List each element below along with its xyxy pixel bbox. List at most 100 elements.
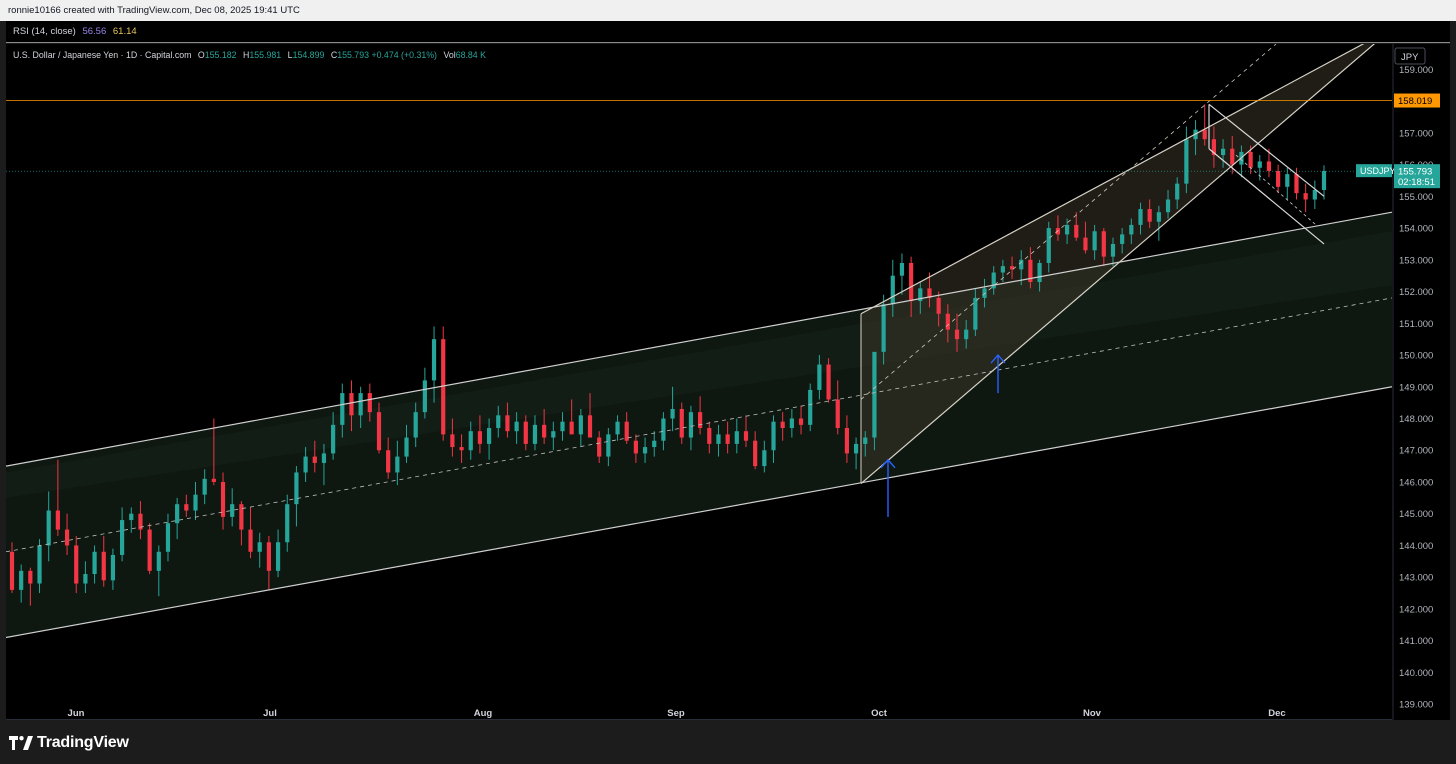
last-price-tag: USDJPY 155.79302:18:51 (1356, 164, 1440, 189)
y-tick-label: 141.000 (1399, 636, 1433, 647)
candle-body (597, 437, 602, 457)
resistance-tag-text: 158.019 (1398, 96, 1432, 107)
symbol-legend[interactable]: U.S. Dollar / Japanese Yen · 1D · Capita… (13, 50, 486, 60)
candle-body (642, 447, 648, 454)
candle-body (486, 428, 492, 444)
candle-body (294, 472, 299, 505)
candle-body (798, 418, 804, 425)
flag-mid-line (1235, 154, 1317, 226)
candle-body (1294, 174, 1299, 194)
y-tick-label: 147.000 (1399, 446, 1433, 457)
candle-body (954, 329, 960, 340)
candle-body (1147, 209, 1152, 222)
price-chart[interactable]: 159.000158.000157.000156.000155.000154.0… (5, 41, 1450, 720)
candle-body (743, 431, 749, 441)
candle-body (202, 478, 207, 495)
x-tick-label: Oct (871, 708, 888, 719)
candle-body (826, 364, 831, 400)
candle-body (881, 304, 886, 352)
candle-body (165, 523, 171, 552)
x-tick-label: Jun (68, 708, 85, 719)
symbol-name[interactable]: U.S. Dollar / Japanese Yen · 1D · Capita… (13, 50, 191, 60)
candle-body (587, 415, 593, 438)
candle-body (551, 431, 556, 438)
candle (1312, 180, 1317, 210)
candle-body (1312, 189, 1317, 200)
y-tick-label: 149.000 (1399, 382, 1433, 393)
candle-body (19, 570, 24, 590)
candle-body (1175, 183, 1180, 200)
y-tick-label: 139.000 (1399, 700, 1433, 711)
ticker-tag-text: USDJPY (1360, 166, 1396, 176)
volume-value: 68.84 K (455, 50, 487, 60)
candle-body (55, 510, 60, 530)
candle-body (1202, 129, 1207, 140)
candle-body (698, 412, 703, 429)
candle-body (349, 393, 354, 416)
candle-body (193, 494, 198, 511)
y-tick-label: 144.000 (1399, 541, 1433, 552)
candle-body (1120, 234, 1125, 244)
candle-body (606, 434, 611, 457)
candle-body (211, 478, 216, 482)
candle-body (220, 481, 226, 517)
candle-body (431, 339, 437, 381)
candle-body (239, 504, 244, 530)
candle-body (386, 450, 391, 473)
currency-label: JPY (1394, 47, 1426, 65)
candle-body (1074, 224, 1079, 238)
volume-label: Vol (443, 50, 456, 60)
y-tick-label: 148.000 (1399, 414, 1433, 425)
candle-body (1184, 139, 1189, 184)
candle-body (890, 275, 895, 305)
chart-area[interactable]: 159.000158.000157.000156.000155.000154.0… (5, 41, 1450, 720)
candle-body (780, 421, 785, 429)
candle-body (110, 554, 116, 581)
candle-body (404, 437, 409, 457)
candle (872, 351, 877, 451)
candle-body (725, 434, 730, 444)
candle-body (734, 431, 739, 444)
candle-body (303, 456, 308, 473)
candle-body (358, 393, 363, 416)
candle-body (1000, 266, 1005, 273)
candle (899, 253, 905, 295)
candle-body (1165, 199, 1171, 213)
candle-body (936, 297, 941, 314)
x-tick-label: Dec (1268, 708, 1285, 719)
candle (1285, 167, 1290, 200)
tradingview-logo[interactable]: TradingView (9, 734, 129, 752)
candle-body (496, 415, 501, 429)
candle (1276, 164, 1281, 194)
y-tick-label: 153.000 (1399, 255, 1433, 266)
low-value: 154.899 (292, 50, 325, 60)
candle-body (973, 297, 978, 330)
candle-body (119, 520, 125, 555)
candle-body (459, 447, 464, 451)
candle-body (1046, 228, 1051, 263)
x-tick-label: Jul (263, 708, 277, 719)
candle-body (688, 412, 694, 438)
candle-body (1156, 212, 1161, 222)
candle-body (312, 456, 317, 463)
candle-body (670, 408, 675, 419)
candle-body (863, 437, 868, 444)
candle-body (532, 424, 538, 444)
candle-body (808, 389, 813, 425)
y-tick-label: 142.000 (1399, 604, 1433, 615)
candle-body (64, 529, 70, 546)
candle-body (844, 428, 850, 454)
rsi-indicator-pane[interactable]: RSI (14, close) 56.56 61.14 (6, 21, 1450, 43)
candle-body (1138, 209, 1143, 225)
candle-body (9, 551, 15, 590)
last-price-text: 155.793 (1398, 167, 1432, 178)
candle-body (340, 393, 345, 425)
open-label: O (197, 50, 205, 60)
currency-text: JPY (1401, 52, 1419, 63)
candle (1184, 126, 1189, 194)
candle-body (1276, 170, 1281, 187)
candle-body (1083, 237, 1088, 251)
candle (147, 523, 152, 575)
candle-body (771, 421, 776, 451)
candle-body (909, 262, 914, 302)
